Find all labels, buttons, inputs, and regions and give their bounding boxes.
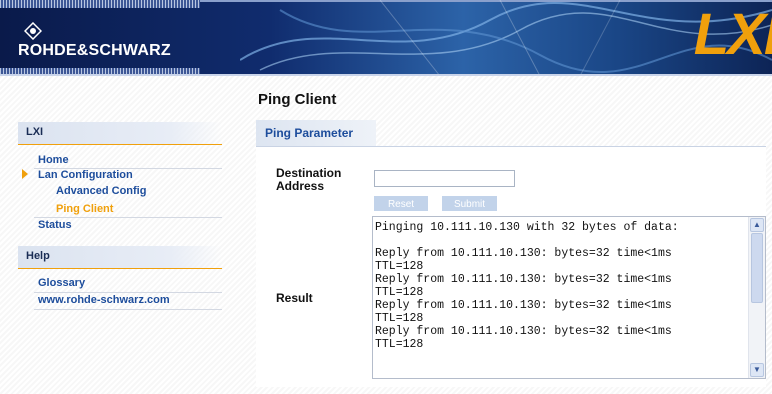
result-scrollbar[interactable]: ▲ ▼ (748, 217, 765, 378)
sidebar-item-lan-configuration[interactable]: Lan Configuration (38, 169, 242, 181)
lxi-logo: LXI (693, 2, 772, 67)
banner-stripes-top (0, 0, 200, 8)
scroll-down-arrow-icon[interactable]: ▼ (750, 363, 764, 377)
destination-label-line2: Address (276, 179, 325, 193)
destination-address-input[interactable] (374, 170, 515, 187)
page-title: Ping Client (258, 91, 337, 108)
sidebar-divider (34, 309, 222, 310)
sidebar-item-status[interactable]: Status (38, 219, 242, 231)
banner-wave-graphic (240, 0, 772, 76)
header-banner: ROHDE&SCHWARZ LXI (0, 0, 772, 76)
sidebar-divider (34, 292, 222, 293)
sidebar-section-lxi: LXI (18, 122, 222, 145)
destination-address-label: Destination Address (276, 167, 341, 193)
sidebar-section-help: Help (18, 246, 222, 269)
sidebar-item-ping-client[interactable]: Ping Client (56, 203, 260, 215)
result-text: Pinging 10.111.10.130 with 32 bytes of d… (375, 221, 679, 351)
sidebar-item-glossary[interactable]: Glossary (38, 277, 242, 289)
sidebar-divider (34, 217, 222, 218)
submit-button[interactable]: Submit (442, 196, 497, 211)
sidebar-item-home[interactable]: Home (38, 154, 242, 166)
sidebar-section-help-label: Help (26, 250, 50, 262)
sidebar-item-advanced-config[interactable]: Advanced Config (56, 185, 260, 197)
scrollbar-thumb[interactable] (751, 233, 763, 303)
brand-name: ROHDE&SCHWARZ (18, 42, 171, 59)
tab-ping-parameter-label: Ping Parameter (265, 126, 354, 140)
reset-button[interactable]: Reset (374, 196, 428, 211)
result-output[interactable]: Pinging 10.111.10.130 with 32 bytes of d… (372, 216, 766, 379)
sidebar-item-website[interactable]: www.rohde-schwarz.com (38, 294, 242, 306)
scroll-up-arrow-icon[interactable]: ▲ (750, 218, 764, 232)
result-label: Result (276, 291, 313, 305)
sidebar-section-lxi-label: LXI (26, 126, 44, 138)
nav-arrow-icon (22, 169, 28, 179)
rs-emblem-icon (24, 22, 42, 40)
tab-ping-parameter[interactable]: Ping Parameter (256, 120, 376, 146)
